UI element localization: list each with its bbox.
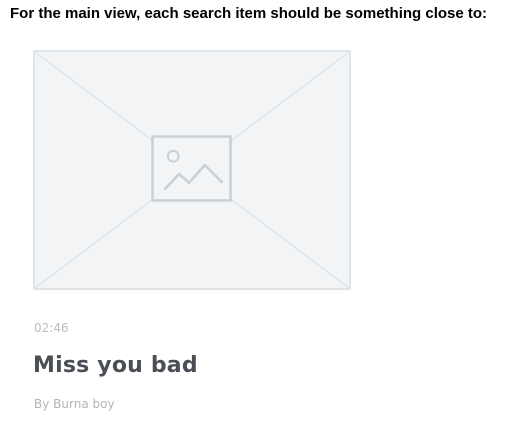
search-item-thumbnail[interactable] [33, 50, 351, 290]
track-title[interactable]: Miss you bad [33, 353, 198, 378]
thumbnail-placeholder [35, 52, 349, 288]
search-item-card[interactable]: 02:46 Miss you bad By Burna boy [0, 0, 519, 443]
track-duration: 02:46 [34, 321, 69, 335]
track-artist: By Burna boy [34, 397, 115, 411]
image-placeholder-icon [151, 135, 232, 202]
